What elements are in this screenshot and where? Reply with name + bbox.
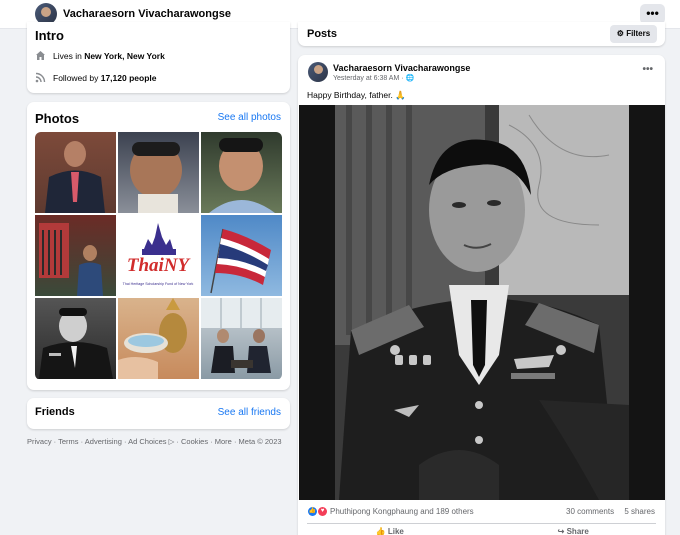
rss-icon	[35, 72, 46, 83]
photo-4[interactable]	[35, 215, 116, 296]
friends-title: Friends	[35, 406, 75, 418]
filters-button[interactable]: ⚙ Filters	[610, 25, 657, 43]
photo-3[interactable]	[201, 132, 282, 213]
photo-1[interactable]	[35, 132, 116, 213]
post-author-name[interactable]: Vacharaesorn Vivacharawongse	[333, 63, 470, 73]
posts-title: Posts	[307, 28, 337, 40]
photo-grid: ThaiNY Thai Heritage Scholarship Fund of …	[35, 132, 282, 380]
filters-label: Filters	[626, 29, 651, 38]
share-button[interactable]: ↪ Share	[482, 527, 666, 535]
post-author-avatar[interactable]	[308, 62, 328, 82]
post-actions: 👍 Like ↪ Share	[298, 527, 665, 535]
like-icon: 👍	[375, 527, 386, 535]
like-reaction-icon: 👍	[308, 507, 317, 516]
thainy-logo-text: ThaiNY	[127, 255, 192, 276]
like-button[interactable]: 👍 Like	[298, 527, 482, 535]
home-icon	[35, 50, 46, 61]
engagement-counts: 30 comments 5 shares	[558, 507, 655, 516]
reactors-text: Phuthipong Kongphaung and 189 others	[330, 507, 474, 516]
friends-card: Friends See all friends	[27, 398, 290, 429]
followers-row: Followed by 17,120 people	[35, 72, 156, 83]
post-timestamp[interactable]: Yesterday at 6:38 AM · 🌐	[333, 74, 414, 82]
photos-card: Photos See all photos ThaiNY Thai Heritag…	[27, 102, 290, 390]
photo-8[interactable]	[118, 298, 199, 379]
see-all-friends-link[interactable]: See all friends	[218, 407, 281, 418]
followers-count[interactable]: 17,120 people	[101, 73, 157, 83]
photo-5[interactable]: ThaiNY Thai Heritage Scholarship Fund of …	[118, 215, 199, 296]
profile-name[interactable]: Vacharaesorn Vivacharawongse	[63, 8, 231, 20]
filter-icon: ⚙	[616, 29, 624, 38]
reactions-summary[interactable]: 👍 ♥ Phuthipong Kongphaung and 189 others	[308, 507, 474, 516]
footer-links[interactable]: Privacy · Terms · Advertising · Ad Choic…	[27, 437, 282, 446]
photo-7[interactable]	[35, 298, 116, 379]
more-options-button[interactable]: •••	[640, 4, 665, 24]
share-icon: ↪	[557, 527, 565, 535]
post-card: Vacharaesorn Vivacharawongse Yesterday a…	[298, 55, 665, 535]
intro-title: Intro	[35, 28, 64, 43]
posts-header-card: Posts ⚙ Filters	[298, 22, 665, 46]
photo-9[interactable]	[201, 298, 282, 379]
post-more-button[interactable]: •••	[642, 64, 653, 75]
post-photo[interactable]	[299, 105, 665, 500]
followers-text: Followed by 17,120 people	[53, 72, 157, 83]
comments-count[interactable]: 30 comments	[566, 507, 614, 516]
shares-count[interactable]: 5 shares	[624, 507, 655, 516]
post-text: Happy Birthday, father. 🙏	[307, 90, 406, 100]
lives-in-text: Lives in New York, New York	[53, 50, 165, 61]
lives-in-city[interactable]: New York, New York	[84, 51, 165, 61]
photo-6[interactable]	[201, 215, 282, 296]
actions-divider	[307, 523, 656, 524]
thainy-logo-subtitle: Thai Heritage Scholarship Fund of New Yo…	[123, 282, 194, 286]
photo-2[interactable]	[118, 132, 199, 213]
lives-in-row: Lives in New York, New York	[35, 50, 165, 61]
photos-title: Photos	[35, 111, 80, 126]
see-all-photos-link[interactable]: See all photos	[218, 112, 281, 123]
intro-card: Intro Lives in New York, New York Follow…	[27, 22, 290, 93]
love-reaction-icon: ♥	[318, 507, 327, 516]
